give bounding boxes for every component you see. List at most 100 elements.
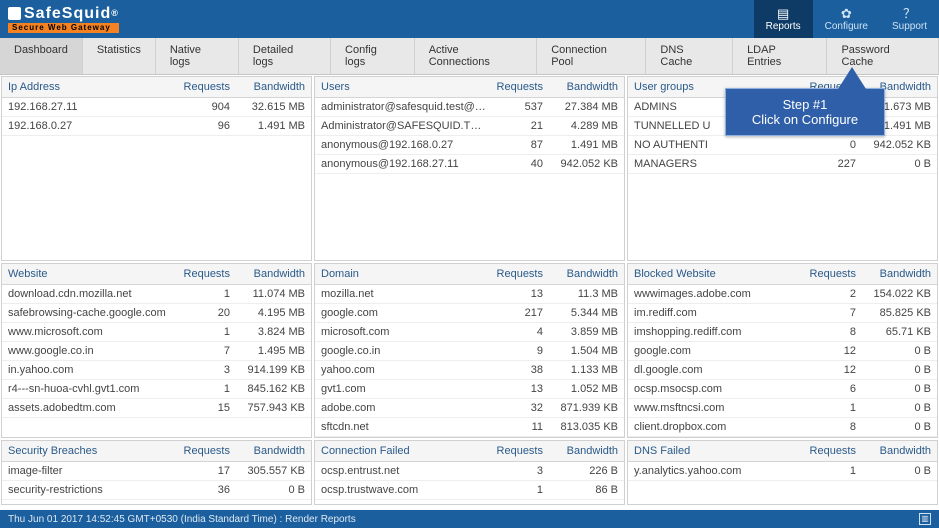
table-row[interactable]: www.msftncsi.com10 B	[628, 399, 937, 418]
row-label: mozilla.net	[321, 288, 488, 300]
row-requests: 8	[801, 421, 856, 433]
callout-text: Click on Configure	[736, 112, 874, 127]
table-row[interactable]: sftcdn.net11813.035 KB	[315, 418, 624, 437]
row-bandwidth: 1.491 MB	[230, 120, 305, 132]
tab-active-connections[interactable]: Active Connections	[415, 38, 538, 74]
row-requests: 40	[488, 158, 543, 170]
brand-tagline: Secure Web Gateway	[8, 23, 119, 33]
nav-configure[interactable]: ✿ Configure	[813, 0, 880, 38]
row-label: anonymous@192.168.0.27	[321, 139, 488, 151]
row-label: sftcdn.net	[321, 421, 488, 433]
table-row[interactable]: im.rediff.com785.825 KB	[628, 304, 937, 323]
table-row[interactable]: y.analytics.yahoo.com10 B	[628, 462, 937, 481]
row-bandwidth: 0 B	[856, 158, 931, 170]
row-label: www.msftncsi.com	[634, 402, 801, 414]
tab-detailed-logs[interactable]: Detailed logs	[239, 38, 331, 74]
table-row[interactable]: dl.google.com120 B	[628, 361, 937, 380]
table-row[interactable]: administrator@safesquid.test@192.168.27.…	[315, 98, 624, 117]
panel-title: Security Breaches	[8, 445, 175, 457]
row-label: dl.google.com	[634, 364, 801, 376]
table-row[interactable]: adobe.com32871.939 KB	[315, 399, 624, 418]
shield-icon	[8, 7, 21, 20]
row-label: anonymous@192.168.27.11	[321, 158, 488, 170]
row-bandwidth: 914.199 KB	[230, 364, 305, 376]
table-row[interactable]: yahoo.com381.133 MB	[315, 361, 624, 380]
panel-header: Ip AddressRequestsBandwidth	[2, 77, 311, 98]
row-requests: 13	[488, 288, 543, 300]
row-requests: 87	[488, 139, 543, 151]
table-row[interactable]: anonymous@192.168.0.27871.491 MB	[315, 136, 624, 155]
panel-body: ocsp.entrust.net3226 Bocsp.trustwave.com…	[315, 462, 624, 504]
table-row[interactable]: MANAGERS2270 B	[628, 155, 937, 174]
row-label: assets.adobedtm.com	[8, 402, 175, 414]
table-row[interactable]: google.com120 B	[628, 342, 937, 361]
row-requests: 12	[801, 345, 856, 357]
table-row[interactable]: ocsp.entrust.net3226 B	[315, 462, 624, 481]
row-bandwidth: 1.491 MB	[543, 139, 618, 151]
row-label: administrator@safesquid.test@192.168.27.…	[321, 101, 488, 113]
row-requests: 1	[175, 326, 230, 338]
tab-bar: DashboardStatisticsNative logsDetailed l…	[0, 38, 939, 75]
table-row[interactable]: NO AUTHENTI0942.052 KB	[628, 136, 937, 155]
row-bandwidth: 65.71 KB	[856, 326, 931, 338]
table-row[interactable]: client.dropbox.com80 B	[628, 418, 937, 437]
row-requests: 3	[175, 364, 230, 376]
table-row[interactable]: imshopping.rediff.com865.71 KB	[628, 323, 937, 342]
row-label: safebrowsing-cache.google.com	[8, 307, 175, 319]
row-bandwidth: 5.344 MB	[543, 307, 618, 319]
table-row[interactable]: assets.adobedtm.com15757.943 KB	[2, 399, 311, 418]
support-icon: ？	[903, 7, 916, 20]
nav-reports[interactable]: ▤ Reports	[754, 0, 813, 38]
tab-connection-pool[interactable]: Connection Pool	[537, 38, 646, 74]
table-row[interactable]: www.microsoft.com13.824 MB	[2, 323, 311, 342]
row-bandwidth: 85.825 KB	[856, 307, 931, 319]
table-row[interactable]: download.cdn.mozilla.net111.074 MB	[2, 285, 311, 304]
panel-users: UsersRequestsBandwidthadministrator@safe…	[314, 76, 625, 261]
table-row[interactable]: anonymous@192.168.27.1140942.052 KB	[315, 155, 624, 174]
nav-support[interactable]: ？ Support	[880, 0, 939, 38]
requests-header: Requests	[488, 81, 543, 93]
table-row[interactable]: ocsp.msocsp.com60 B	[628, 380, 937, 399]
panel-body: administrator@safesquid.test@192.168.27.…	[315, 98, 624, 260]
table-row[interactable]: mozilla.net1311.3 MB	[315, 285, 624, 304]
tab-dns-cache[interactable]: DNS Cache	[646, 38, 733, 74]
row-bandwidth: 27.384 MB	[543, 101, 618, 113]
table-row[interactable]: ocsp.trustwave.com186 B	[315, 481, 624, 500]
table-row[interactable]: wwwimages.adobe.com2154.022 KB	[628, 285, 937, 304]
tab-native-logs[interactable]: Native logs	[156, 38, 239, 74]
logo: SafeSquid ® Secure Web Gateway	[8, 6, 119, 33]
table-row[interactable]: r4---sn-huoa-cvhl.gvt1.com1845.162 KB	[2, 380, 311, 399]
tab-ldap-entries[interactable]: LDAP Entries	[733, 38, 827, 74]
panel-ip-address: Ip AddressRequestsBandwidth192.168.27.11…	[1, 76, 312, 261]
row-requests: 9	[488, 345, 543, 357]
content-grid: Ip AddressRequestsBandwidth192.168.27.11…	[0, 75, 939, 519]
brand-reg: ®	[111, 9, 119, 18]
tab-statistics[interactable]: Statistics	[83, 38, 156, 74]
table-row[interactable]: image-filter17305.557 KB	[2, 462, 311, 481]
table-row[interactable]: security-restrictions360 B	[2, 481, 311, 500]
row-bandwidth: 4.289 MB	[543, 120, 618, 132]
tab-dashboard[interactable]: Dashboard	[0, 38, 83, 74]
row-bandwidth: 942.052 KB	[543, 158, 618, 170]
table-row[interactable]: in.yahoo.com3914.199 KB	[2, 361, 311, 380]
table-row[interactable]: google.co.in91.504 MB	[315, 342, 624, 361]
bandwidth-header: Bandwidth	[856, 268, 931, 280]
table-row[interactable]: google.com2175.344 MB	[315, 304, 624, 323]
table-row[interactable]: microsoft.com43.859 MB	[315, 323, 624, 342]
table-row[interactable]: 192.168.27.1190432.615 MB	[2, 98, 311, 117]
panel-dns-failed: DNS FailedRequestsBandwidthy.analytics.y…	[627, 440, 938, 505]
table-row[interactable]: safebrowsing-cache.google.com204.195 MB	[2, 304, 311, 323]
table-row[interactable]: Administrator@SAFESQUID.TEST@192.168.27.…	[315, 117, 624, 136]
row-bandwidth: 1.133 MB	[543, 364, 618, 376]
row-bandwidth: 0 B	[856, 383, 931, 395]
table-row[interactable]: 192.168.0.27961.491 MB	[2, 117, 311, 136]
row-label: wwwimages.adobe.com	[634, 288, 801, 300]
row-requests: 2	[801, 288, 856, 300]
table-row[interactable]: gvt1.com131.052 MB	[315, 380, 624, 399]
panel-header: Security BreachesRequestsBandwidth	[2, 441, 311, 462]
row-label: gvt1.com	[321, 383, 488, 395]
row-requests: 217	[488, 307, 543, 319]
tab-config-logs[interactable]: Config logs	[331, 38, 415, 74]
document-icon[interactable]: ▥	[919, 513, 931, 525]
table-row[interactable]: www.google.co.in71.495 MB	[2, 342, 311, 361]
